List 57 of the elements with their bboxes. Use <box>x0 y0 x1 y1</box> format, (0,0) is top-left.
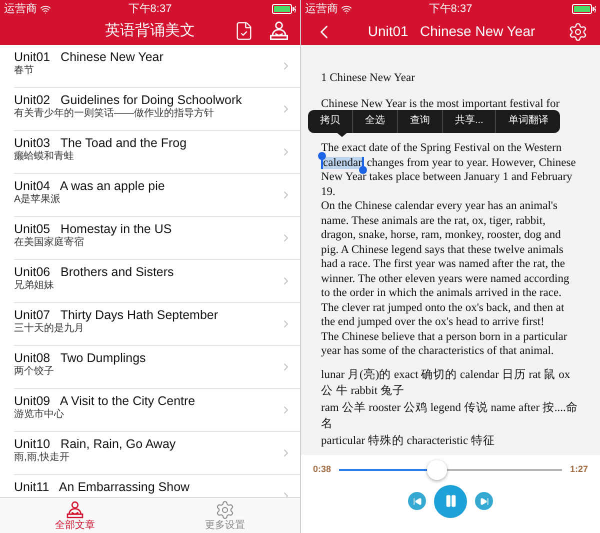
settings-icon[interactable] <box>568 22 588 42</box>
unit-title: Unit06 Brothers and Sisters <box>14 265 175 280</box>
person-reading-icon <box>65 500 85 520</box>
context-menu-item[interactable]: 单词翻译 <box>495 110 560 133</box>
unit-subtitle: 癞蛤蟆和青蛙 <box>14 151 75 163</box>
wifi-icon <box>341 4 352 14</box>
slider-thumb[interactable] <box>427 460 448 480</box>
unit-title: Unit01 Chinese New Year <box>14 50 164 64</box>
unit-title: Unit09 A Visit to the City Centre <box>14 394 196 408</box>
unit-subtitle: A是苹果派 <box>14 194 62 206</box>
document-check-icon[interactable] <box>234 21 254 41</box>
skip-forward-icon <box>480 496 488 506</box>
unit-title: Unit10 Rain, Rain, Go Away <box>14 437 177 452</box>
context-menu-item[interactable]: 共享... <box>442 110 496 133</box>
unit-title: Unit07 Thirty Days Hath September <box>14 308 220 322</box>
previous-button[interactable] <box>408 492 426 510</box>
unit-subtitle: 有关青少年的一则笑话——做作业的指导方针 <box>14 108 215 120</box>
unit-title: Unit11 An Embarrassing Show <box>14 480 191 495</box>
play-pause-button[interactable] <box>434 484 467 518</box>
unit-subtitle: 两个饺子 <box>14 366 55 378</box>
unit-subtitle: 在美国家庭寄宿 <box>14 237 85 249</box>
unit-title: Unit04 A was an apple pie <box>14 179 166 194</box>
article-title: Unit01 Chinese New Year <box>368 22 536 41</box>
skip-back-icon <box>412 496 422 506</box>
unit-title: Unit05 Homestay in the US <box>14 222 173 236</box>
clock-time: 下午8:37 <box>128 2 172 17</box>
vocabulary-line: particular 特殊的 characteristic 特征 <box>321 434 496 448</box>
settings-icon <box>215 500 235 520</box>
total-time: 1:27 <box>570 463 588 476</box>
article-heading: 1 Chinese New Year <box>321 71 416 86</box>
elapsed-time: 0:38 <box>313 463 332 476</box>
tab-bar-item[interactable]: 全部文章 <box>0 498 150 533</box>
battery-icon <box>572 4 596 14</box>
person-reading-icon[interactable] <box>268 20 290 42</box>
unit-subtitle: 游览市中心 <box>14 409 65 421</box>
context-menu-item[interactable]: 全选 <box>352 110 397 133</box>
wifi-icon <box>40 4 51 14</box>
article-paragraph: The exact date of the Spring Festival on the Western calendar changes from year to year. However, Chinese New Year takes place between January 1 and February 19. <box>321 141 580 199</box>
article-paragraph: The Chinese believe that a person born in a particular year has some of the characteristics of that animal. <box>321 330 568 358</box>
carrier-label: 运营商 <box>4 2 37 17</box>
unit-subtitle: 三十天的是九月 <box>14 323 85 335</box>
article-paragraph: On the Chinese calendar every year has an animal's name. These animals are the rat, ox, tiger, rabbit, dragon, snake, horse, ram, monkey, rooster, dog and pig. A Chinese legend says that these twelve animals had a race. The first year was named after the rat, the winner. The other eleven years were named according to the order in which the animals arrived in the race. The clever rat jumped onto the ox's back, and then at the end jumped over the ox's head to arrive first! <box>321 199 570 330</box>
unit-subtitle: 雨,雨,快走开 <box>14 452 71 464</box>
battery-icon <box>272 4 296 14</box>
context-menu-item[interactable]: 查询 <box>397 110 442 133</box>
context-menu-item[interactable]: 拷贝 <box>308 110 352 133</box>
unit-title: Unit02 Guidelines for Doing Schoolwork <box>14 93 243 108</box>
app-title: 英语背诵美文 <box>105 21 195 42</box>
next-button[interactable] <box>475 492 493 510</box>
unit-title: Unit03 The Toad and the Frog <box>14 136 188 150</box>
clock-time: 下午8:37 <box>428 2 472 17</box>
pause-icon <box>444 494 458 508</box>
unit-subtitle: 兄弟姐妹 <box>14 280 55 292</box>
article-paragraph: Chinese New Year is the most important festival for <box>321 96 561 111</box>
unit-title: Unit08 Two Dumplings <box>14 351 147 366</box>
carrier-label: 运营商 <box>305 2 338 17</box>
unit-subtitle: 春节 <box>14 65 35 77</box>
